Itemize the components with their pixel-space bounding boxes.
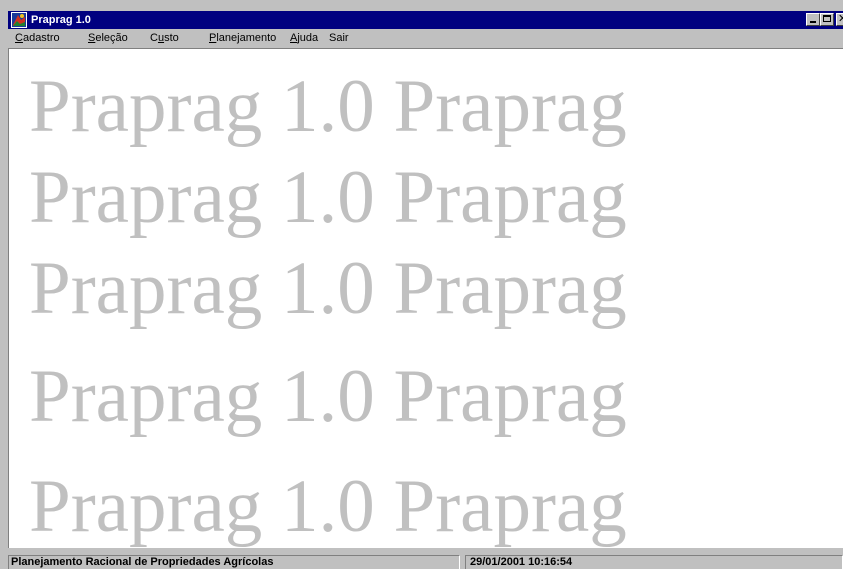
maximize-icon [823, 15, 831, 22]
app-window: Praprag 1.0 ✕ Cadastro Seleção Custo Pla… [0, 0, 843, 569]
status-bar: Planejamento Racional de Propriedades Ag… [8, 555, 843, 569]
app-logo-icon[interactable] [11, 12, 27, 28]
minimize-icon [810, 21, 816, 23]
status-datetime: 29/01/2001 10:16:54 [465, 555, 843, 569]
minimize-button[interactable] [806, 13, 820, 26]
watermark-row: Praprag 1.0 Praprag [29, 465, 627, 548]
menu-bar: Cadastro Seleção Custo Planejamento Ajud… [8, 29, 843, 48]
watermark-row: Praprag 1.0 Praprag [29, 156, 627, 239]
menu-item-sair[interactable]: Sair [329, 32, 349, 45]
window-title: Praprag 1.0 [31, 14, 91, 26]
maximize-button[interactable] [820, 13, 834, 26]
close-button[interactable]: ✕ [836, 12, 843, 26]
watermark-row: Praprag 1.0 Praprag [29, 65, 627, 148]
menu-item-custo[interactable]: Custo [150, 32, 179, 45]
menu-item-ajuda[interactable]: Ajuda [290, 32, 318, 45]
title-bar[interactable]: Praprag 1.0 ✕ [8, 11, 843, 29]
status-app-name: Planejamento Racional de Propriedades Ag… [8, 555, 460, 569]
menu-item-planejamento[interactable]: Planejamento [209, 32, 276, 45]
menu-item-cadastro[interactable]: Cadastro [15, 32, 60, 45]
main-client-area: Praprag 1.0 Praprag Praprag 1.0 Praprag … [8, 48, 843, 548]
close-icon: ✕ [838, 12, 843, 25]
watermark-row: Praprag 1.0 Praprag [29, 247, 627, 330]
watermark-row: Praprag 1.0 Praprag [29, 355, 627, 438]
menu-item-selecao[interactable]: Seleção [88, 32, 128, 45]
